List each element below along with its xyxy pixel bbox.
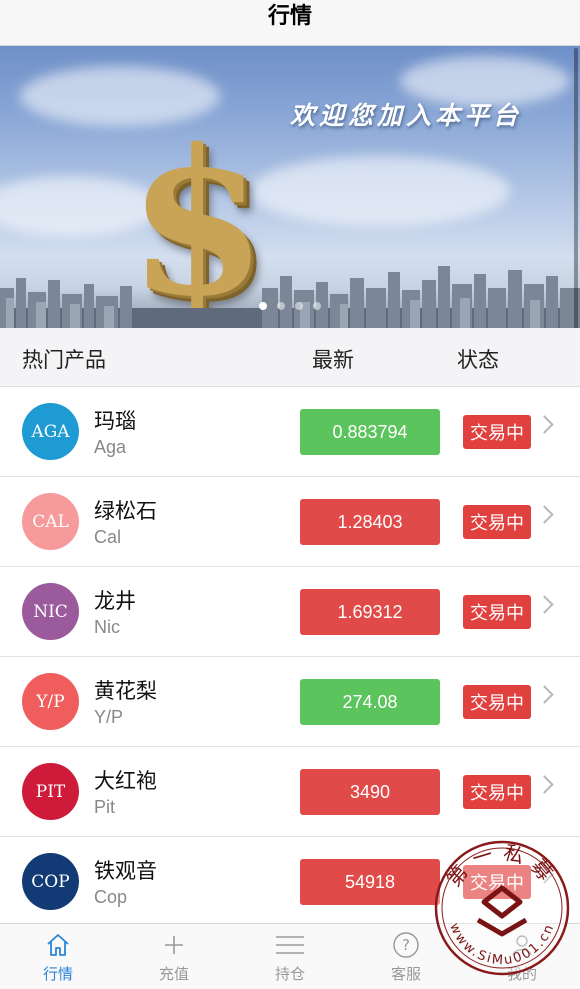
latest-price[interactable]: 3490: [300, 769, 440, 815]
product-name: 绿松石: [94, 499, 157, 523]
product-name: 玛瑙: [94, 409, 136, 433]
column-header-latest: 最新: [312, 348, 354, 372]
chevron-right-icon: [535, 415, 554, 434]
product-badge: PIT: [22, 763, 79, 820]
tab-label: 充值: [158, 965, 189, 983]
navigation-bar: 行情: [0, 0, 580, 46]
product-code: Cal: [94, 527, 122, 547]
product-badge: CAL: [22, 493, 79, 550]
home-icon: [44, 930, 72, 960]
list-header: 热门产品 最新 状态: [0, 328, 580, 387]
watermark-stamp: 第一私募 www.SiMu001.cn: [434, 840, 570, 976]
column-header-status: 状态: [457, 348, 499, 372]
trading-status-badge: 交易中: [463, 415, 531, 449]
chevron-right-icon: [535, 595, 554, 614]
product-row[interactable]: AGA 玛瑙 Aga 0.883794 交易中: [0, 387, 580, 477]
carousel-dot[interactable]: [259, 302, 267, 310]
trading-status-badge: 交易中: [463, 775, 531, 809]
city-skyline-image: [0, 266, 580, 328]
column-header-product: 热门产品: [22, 348, 106, 372]
product-code: Pit: [94, 797, 116, 817]
svg-text:?: ?: [402, 936, 410, 954]
latest-price[interactable]: 274.08: [300, 679, 440, 725]
product-code: Nic: [94, 617, 120, 637]
tab-recharge[interactable]: 充值: [116, 924, 232, 989]
product-badge: NIC: [22, 583, 79, 640]
chevron-right-icon: [535, 685, 554, 704]
menu-icon: [274, 930, 306, 960]
promo-banner[interactable]: 欢迎您加入本平台 $: [0, 46, 580, 328]
trading-status-badge: 交易中: [463, 505, 531, 539]
product-row[interactable]: CAL 绿松石 Cal 1.28403 交易中: [0, 477, 580, 567]
product-badge: AGA: [22, 403, 79, 460]
carousel-dot[interactable]: [277, 302, 285, 310]
product-name: 黄花梨: [94, 679, 157, 703]
carousel-dot[interactable]: [295, 302, 303, 310]
trading-status-badge: 交易中: [463, 595, 531, 629]
product-name: 龙井: [94, 589, 136, 613]
help-icon: ?: [392, 930, 420, 960]
tab-label: 客服: [390, 965, 421, 983]
banner-slogan: 欢迎您加入本平台: [290, 101, 523, 130]
trading-status-badge: 交易中: [463, 685, 531, 719]
tab-label: 持仓: [274, 965, 305, 983]
carousel-indicator[interactable]: [0, 302, 580, 310]
page-title: 行情: [267, 3, 312, 29]
cloud-decoration: [250, 156, 510, 226]
product-code: Aga: [94, 437, 127, 457]
latest-price[interactable]: 1.69312: [300, 589, 440, 635]
latest-price[interactable]: 54918: [300, 859, 440, 905]
product-name: 大红袍: [94, 769, 157, 793]
chevron-right-icon: [535, 505, 554, 524]
product-row[interactable]: PIT 大红袍 Pit 3490 交易中: [0, 747, 580, 837]
tab-market[interactable]: 行情: [0, 924, 116, 989]
chevron-right-icon: [535, 775, 554, 794]
latest-price[interactable]: 0.883794: [300, 409, 440, 455]
product-badge: COP: [22, 853, 79, 910]
product-badge: Y/P: [22, 673, 79, 730]
tab-label: 行情: [42, 965, 73, 983]
product-code: Y/P: [94, 707, 124, 727]
product-name: 铁观音: [94, 859, 157, 883]
plus-icon: [160, 930, 188, 960]
product-row[interactable]: NIC 龙井 Nic 1.69312 交易中: [0, 567, 580, 657]
product-row[interactable]: Y/P 黄花梨 Y/P 274.08 交易中: [0, 657, 580, 747]
product-code: Cop: [94, 887, 128, 907]
latest-price[interactable]: 1.28403: [300, 499, 440, 545]
carousel-dot[interactable]: [313, 302, 321, 310]
tab-positions[interactable]: 持仓: [232, 924, 348, 989]
